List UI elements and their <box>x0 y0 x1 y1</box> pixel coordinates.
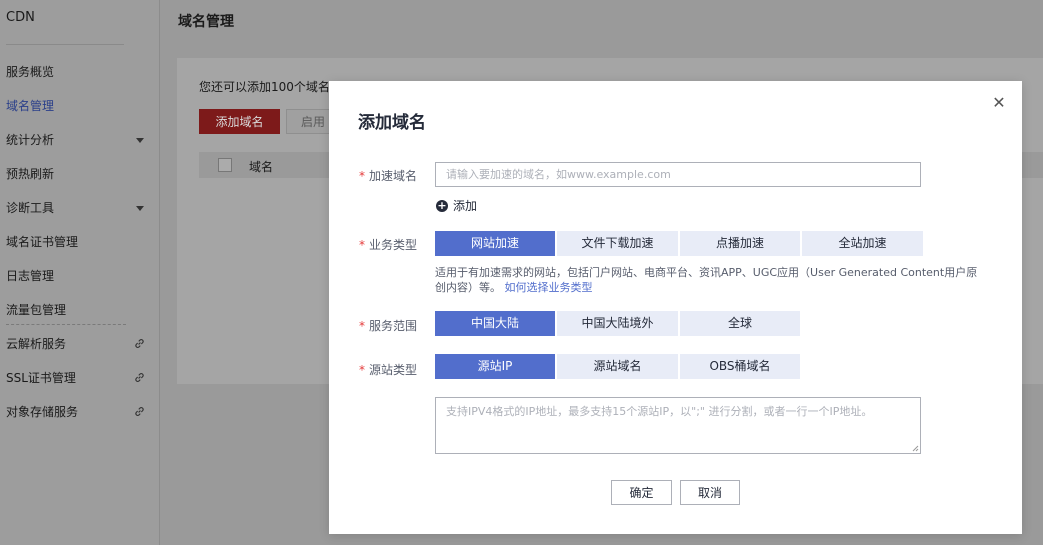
label-text: 加速域名 <box>369 169 418 183</box>
option-origin-domain[interactable]: 源站域名 <box>557 354 678 379</box>
plus-circle-icon: + <box>436 198 448 212</box>
origin-ip-textarea[interactable] <box>435 397 921 454</box>
required-star: * <box>359 319 365 333</box>
add-domain-button[interactable]: 添加域名 <box>199 109 280 134</box>
required-star: * <box>359 238 365 252</box>
option-mainland-china[interactable]: 中国大陆 <box>435 311 555 336</box>
label-text: 业务类型 <box>369 238 418 252</box>
sidebar-item-label: 云解析服务 <box>6 337 67 351</box>
option-vod-accel[interactable]: 点播加速 <box>680 231 800 256</box>
sidebar-item-traffic-packages[interactable]: 流量包管理 <box>6 300 152 320</box>
dialog-title: 添加域名 <box>358 113 426 133</box>
chevron-down-icon <box>136 138 144 143</box>
sidebar-item-label: 预热刷新 <box>6 167 55 181</box>
service-area-selector: 中国大陆 中国大陆境外 全球 <box>435 311 800 336</box>
label-text: 源站类型 <box>369 363 418 377</box>
page-title: 域名管理 <box>178 14 234 30</box>
sidebar-item-label: 服务概览 <box>6 65 55 79</box>
sidebar-item-label: 域名管理 <box>6 99 55 113</box>
quota-hint: 您还可以添加100个域名。 <box>199 80 342 94</box>
sidebar-item-cloud-dns[interactable]: 云解析服务 <box>6 334 152 354</box>
sidebar-item-label: 统计分析 <box>6 133 55 147</box>
select-all-checkbox[interactable] <box>218 158 232 172</box>
sidebar-item-label: 流量包管理 <box>6 303 67 317</box>
field-label-business-type: * 业务类型 <box>359 236 439 253</box>
external-link-icon <box>135 407 144 416</box>
add-domain-row-button[interactable]: + 添加 <box>436 197 477 214</box>
sidebar-title: CDN <box>6 10 35 25</box>
resize-grip-icon[interactable] <box>912 445 919 452</box>
option-file-download-accel[interactable]: 文件下载加速 <box>557 231 678 256</box>
external-link-icon <box>135 339 144 348</box>
add-domain-dialog: 添加域名 ✕ * 加速域名 + 添加 * 业务类型 网站加速 文件下载加速 点播加速… <box>329 81 1022 534</box>
sidebar-item-domain-management[interactable]: 域名管理 <box>6 96 152 116</box>
sidebar-item-object-storage[interactable]: 对象存储服务 <box>6 402 152 422</box>
sidebar-item-label: 对象存储服务 <box>6 405 79 419</box>
sidebar-item-statistics[interactable]: 统计分析 <box>6 130 152 150</box>
chevron-down-icon <box>136 206 144 211</box>
sidebar-item-label: 诊断工具 <box>6 201 55 215</box>
required-star: * <box>359 169 365 183</box>
sidebar: CDN 服务概览 域名管理 统计分析 预热刷新 诊断工具 域名证书管理 日志管理… <box>0 0 160 545</box>
option-origin-ip[interactable]: 源站IP <box>435 354 555 379</box>
required-star: * <box>359 363 365 377</box>
divider <box>6 44 124 45</box>
origin-type-selector: 源站IP 源站域名 OBS桶域名 <box>435 354 800 379</box>
field-label-origin-type: * 源站类型 <box>359 361 439 378</box>
sidebar-item-preheat-refresh[interactable]: 预热刷新 <box>6 164 152 184</box>
option-whole-site-accel[interactable]: 全站加速 <box>802 231 923 256</box>
divider <box>6 324 126 325</box>
external-link-icon <box>135 373 144 382</box>
sidebar-item-label: SSL证书管理 <box>6 371 76 385</box>
sidebar-item-diagnostic-tools[interactable]: 诊断工具 <box>6 198 152 218</box>
column-header-domain: 域名 <box>249 160 274 174</box>
label-text: 服务范围 <box>369 319 418 333</box>
confirm-button[interactable]: 确定 <box>611 480 672 505</box>
option-outside-mainland[interactable]: 中国大陆境外 <box>557 311 678 336</box>
business-type-selector: 网站加速 文件下载加速 点播加速 全站加速 <box>435 231 923 256</box>
business-type-help-link[interactable]: 如何选择业务类型 <box>505 281 593 294</box>
sidebar-item-ssl-certificates[interactable]: SSL证书管理 <box>6 368 152 388</box>
sidebar-item-domain-certificates[interactable]: 域名证书管理 <box>6 232 152 252</box>
sidebar-item-label: 日志管理 <box>6 269 55 283</box>
cancel-button[interactable]: 取消 <box>680 480 740 505</box>
sidebar-item-label: 域名证书管理 <box>6 235 79 249</box>
accel-domain-input[interactable] <box>435 162 921 187</box>
option-website-accel[interactable]: 网站加速 <box>435 231 555 256</box>
sidebar-item-overview[interactable]: 服务概览 <box>6 62 152 82</box>
add-label: 添加 <box>453 199 478 213</box>
option-obs-bucket-domain[interactable]: OBS桶域名 <box>680 354 800 379</box>
business-type-description: 适用于有加速需求的网站，包括门户网站、电商平台、资讯APP、UGC应用（User… <box>435 265 985 295</box>
field-label-accel-domain: * 加速域名 <box>359 167 439 184</box>
field-label-service-area: * 服务范围 <box>359 317 439 334</box>
close-icon[interactable]: ✕ <box>991 95 1007 111</box>
option-global[interactable]: 全球 <box>680 311 800 336</box>
sidebar-item-log-management[interactable]: 日志管理 <box>6 266 152 286</box>
